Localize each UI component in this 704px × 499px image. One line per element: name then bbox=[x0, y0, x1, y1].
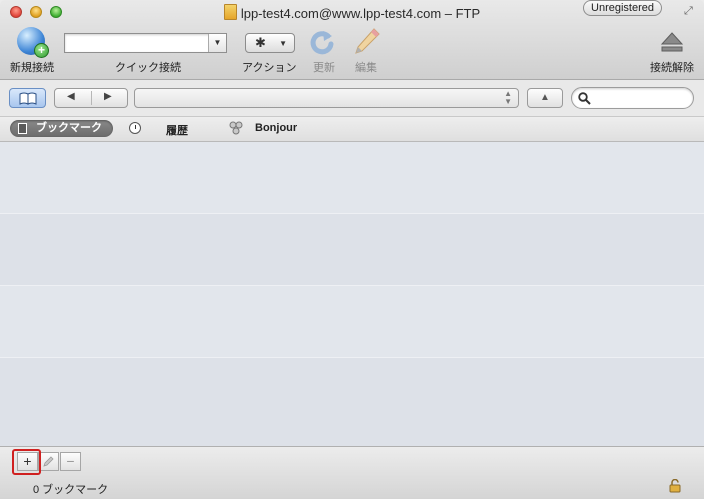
quick-connect-label: クイック接続 bbox=[115, 62, 181, 74]
edit-bookmark-button[interactable] bbox=[38, 452, 59, 471]
pencil-small-icon bbox=[43, 456, 54, 467]
clock-icon[interactable] bbox=[129, 122, 141, 134]
chevron-down-icon: ▼ bbox=[279, 39, 287, 48]
action-menu-button[interactable]: ✱ ▼ bbox=[245, 33, 295, 53]
back-arrow-icon[interactable]: ◀ bbox=[67, 91, 75, 102]
ftp-window: lpp-test4.com@www.lpp-test4.com – FTP Un… bbox=[0, 0, 704, 499]
refresh-label: 更新 bbox=[313, 62, 335, 74]
tab-bookmarks-label: ブックマーク bbox=[36, 122, 102, 134]
remove-bookmark-button[interactable]: − bbox=[60, 452, 81, 471]
gear-icon: ✱ bbox=[255, 35, 266, 50]
add-button-highlight bbox=[12, 449, 41, 475]
eject-icon[interactable] bbox=[660, 30, 684, 54]
tab-bonjour[interactable]: Bonjour bbox=[255, 122, 297, 134]
bookmark-icon bbox=[18, 123, 27, 134]
document-icon bbox=[223, 4, 237, 20]
edit-label: 編集 bbox=[355, 62, 377, 74]
tab-history[interactable]: 履歴 bbox=[166, 122, 188, 138]
source-tab-bar: ブックマーク bbox=[0, 117, 704, 142]
path-select[interactable]: ▲ ▼ bbox=[134, 88, 519, 108]
list-item[interactable] bbox=[0, 142, 704, 214]
bonjour-icon[interactable] bbox=[229, 121, 243, 135]
bookmarks-toggle-button[interactable] bbox=[9, 88, 46, 108]
list-item[interactable] bbox=[0, 214, 704, 286]
refresh-icon[interactable] bbox=[308, 28, 338, 56]
up-arrow-icon: ▲ bbox=[540, 92, 550, 103]
quick-connect-dropdown-icon[interactable]: ▼ bbox=[208, 34, 226, 52]
search-icon bbox=[578, 92, 591, 105]
back-forward-control: ◀ ▶ bbox=[54, 88, 128, 108]
new-connection-label[interactable]: 新規接続 bbox=[10, 59, 54, 75]
window-title-text: lpp-test4.com@www.lpp-test4.com – FTP bbox=[240, 6, 481, 21]
parent-directory-button[interactable]: ▲ bbox=[527, 88, 563, 108]
bookmark-list[interactable] bbox=[0, 142, 704, 447]
pencil-icon[interactable] bbox=[352, 26, 382, 58]
list-item[interactable] bbox=[0, 286, 704, 358]
search-input[interactable] bbox=[571, 87, 694, 109]
plus-badge-icon: + bbox=[34, 43, 49, 58]
open-book-icon bbox=[19, 92, 37, 105]
bookmark-count-status: 0 ブックマーク bbox=[33, 484, 109, 496]
action-label: アクション bbox=[242, 62, 297, 74]
disconnect-label[interactable]: 接続解除 bbox=[650, 59, 694, 75]
forward-arrow-icon[interactable]: ▶ bbox=[104, 91, 112, 102]
unlocked-padlock-icon[interactable] bbox=[669, 479, 681, 493]
unregistered-badge[interactable]: Unregistered bbox=[583, 0, 662, 16]
quick-connect-field[interactable]: ▼ bbox=[64, 33, 227, 53]
divider bbox=[91, 91, 92, 105]
tab-bookmarks[interactable]: ブックマーク bbox=[10, 120, 113, 137]
titlebar-toolbar: lpp-test4.com@www.lpp-test4.com – FTP Un… bbox=[0, 0, 704, 80]
fullscreen-icon[interactable]: ⤢ bbox=[684, 5, 696, 17]
list-item[interactable] bbox=[0, 358, 704, 447]
updown-chevron-icon: ▲ ▼ bbox=[504, 89, 512, 106]
